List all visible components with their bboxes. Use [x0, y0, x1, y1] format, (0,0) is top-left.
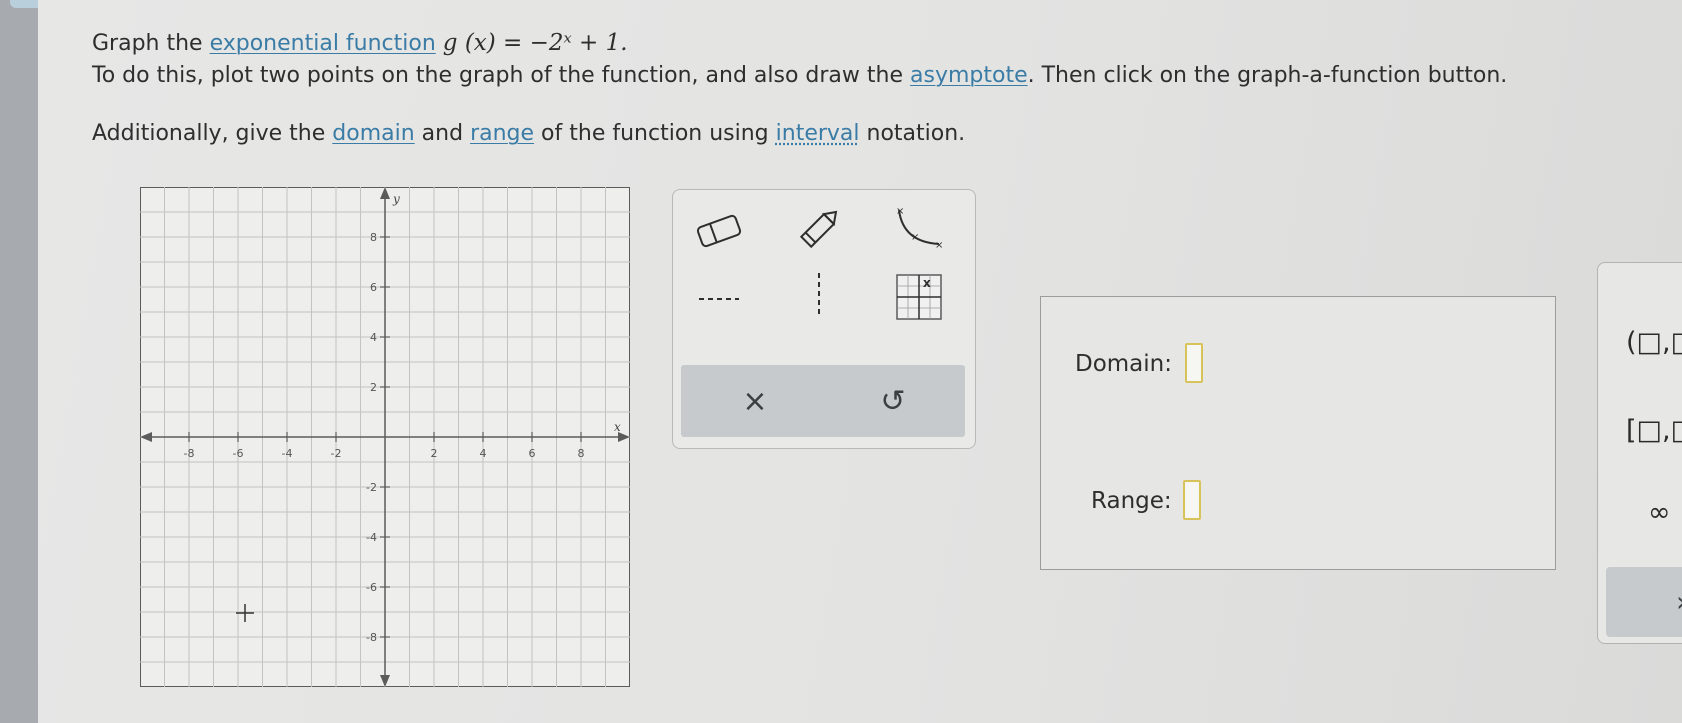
instruction-line-1: Graph the exponential function g (x) = −…: [92, 30, 628, 56]
y-tick-label: 8: [370, 231, 377, 244]
closed-interval-button[interactable]: [□,□: [1626, 415, 1682, 446]
instruction-text: To do this, plot two points on the graph…: [92, 63, 910, 88]
function-expression: g (x) = −2ˣ + 1.: [442, 30, 628, 56]
instruction-text: notation.: [859, 121, 966, 146]
y-tick-label: -4: [366, 531, 377, 544]
toolbox-action-bar: × ↺: [681, 365, 965, 437]
left-sidebar: [0, 0, 130, 723]
asymptote-link[interactable]: asymptote: [910, 63, 1028, 88]
y-tick-label: 2: [370, 381, 377, 394]
y-tick-label: 6: [370, 281, 377, 294]
pencil-tool[interactable]: [791, 206, 847, 252]
range-input[interactable]: [1183, 480, 1201, 520]
instruction-text: Graph the: [92, 31, 210, 56]
domain-input[interactable]: [1185, 343, 1203, 383]
pencil-icon: [799, 210, 838, 249]
range-link[interactable]: range: [470, 121, 534, 146]
instruction-line-3: Additionally, give the domain and range …: [92, 121, 965, 146]
y-tick-label: -6: [366, 581, 377, 594]
x-tick-label: 8: [578, 447, 585, 460]
x-tick-label: 4: [480, 447, 487, 460]
x-tick-label: -4: [282, 447, 293, 460]
exponential-function-link[interactable]: exponential function: [210, 31, 436, 56]
svg-text:x: x: [923, 276, 931, 290]
vertical-asymptote-tool[interactable]: [791, 272, 847, 318]
instruction-text: Additionally, give the: [92, 121, 333, 146]
horizontal-asymptote-icon: [699, 298, 739, 300]
exponential-tool[interactable]: × × ×: [891, 206, 947, 252]
svg-text:×: ×: [896, 206, 904, 217]
horizontal-asymptote-tool[interactable]: [691, 276, 747, 322]
svg-text:×: ×: [911, 232, 919, 243]
graph-canvas[interactable]: x y -8 -6 -4 -2 2 4 6 8 8 6 4 2 -2 -4 -6 -8: [140, 187, 630, 687]
y-tick-label: -2: [366, 481, 377, 494]
graph-toolbox: × × × x × ↺: [672, 189, 976, 449]
coordinate-graph[interactable]: x y -8 -6 -4 -2 2 4 6 8 8 6 4 2 -2 -4 -6 -8: [140, 187, 630, 687]
instruction-line-2: To do this, plot two points on the graph…: [92, 63, 1507, 88]
y-tick-label: 4: [370, 331, 377, 344]
clear-button[interactable]: ×: [725, 375, 785, 427]
domain-link[interactable]: domain: [332, 121, 414, 146]
more-keys-button[interactable]: ›: [1606, 567, 1682, 637]
vertical-asymptote-icon: [818, 273, 820, 317]
instruction-text: and: [414, 121, 471, 146]
range-label: Range:: [1091, 488, 1172, 514]
domain-label: Domain:: [1075, 351, 1172, 377]
x-tick-label: -2: [331, 447, 342, 460]
chevron-right-icon: ›: [1676, 585, 1682, 618]
undo-button[interactable]: ↺: [863, 375, 923, 427]
x-tick-label: -8: [184, 447, 195, 460]
infinity-button[interactable]: ∞: [1648, 497, 1671, 528]
eraser-tool[interactable]: [691, 208, 747, 254]
svg-text:×: ×: [935, 240, 943, 251]
interval-keypad: (□,□ [□,□ ∞ ›: [1597, 262, 1682, 644]
interval-link[interactable]: interval: [776, 121, 860, 146]
y-tick-label: -8: [366, 631, 377, 644]
x-tick-label: 2: [431, 447, 438, 460]
open-interval-button[interactable]: (□,□: [1626, 327, 1682, 358]
x-axis-label: x: [614, 420, 621, 434]
x-tick-label: -6: [233, 447, 244, 460]
instruction-text: of the function using: [534, 121, 776, 146]
y-axis-label: y: [392, 192, 400, 206]
graph-function-tool[interactable]: x: [891, 274, 947, 320]
eraser-icon: [696, 214, 742, 248]
instruction-text: . Then click on the graph-a-function but…: [1027, 63, 1508, 88]
x-tick-label: 6: [529, 447, 536, 460]
graph-function-icon: x: [896, 274, 942, 320]
answer-panel: Domain: Range:: [1040, 296, 1556, 570]
exponential-curve-icon: × × ×: [896, 206, 943, 251]
